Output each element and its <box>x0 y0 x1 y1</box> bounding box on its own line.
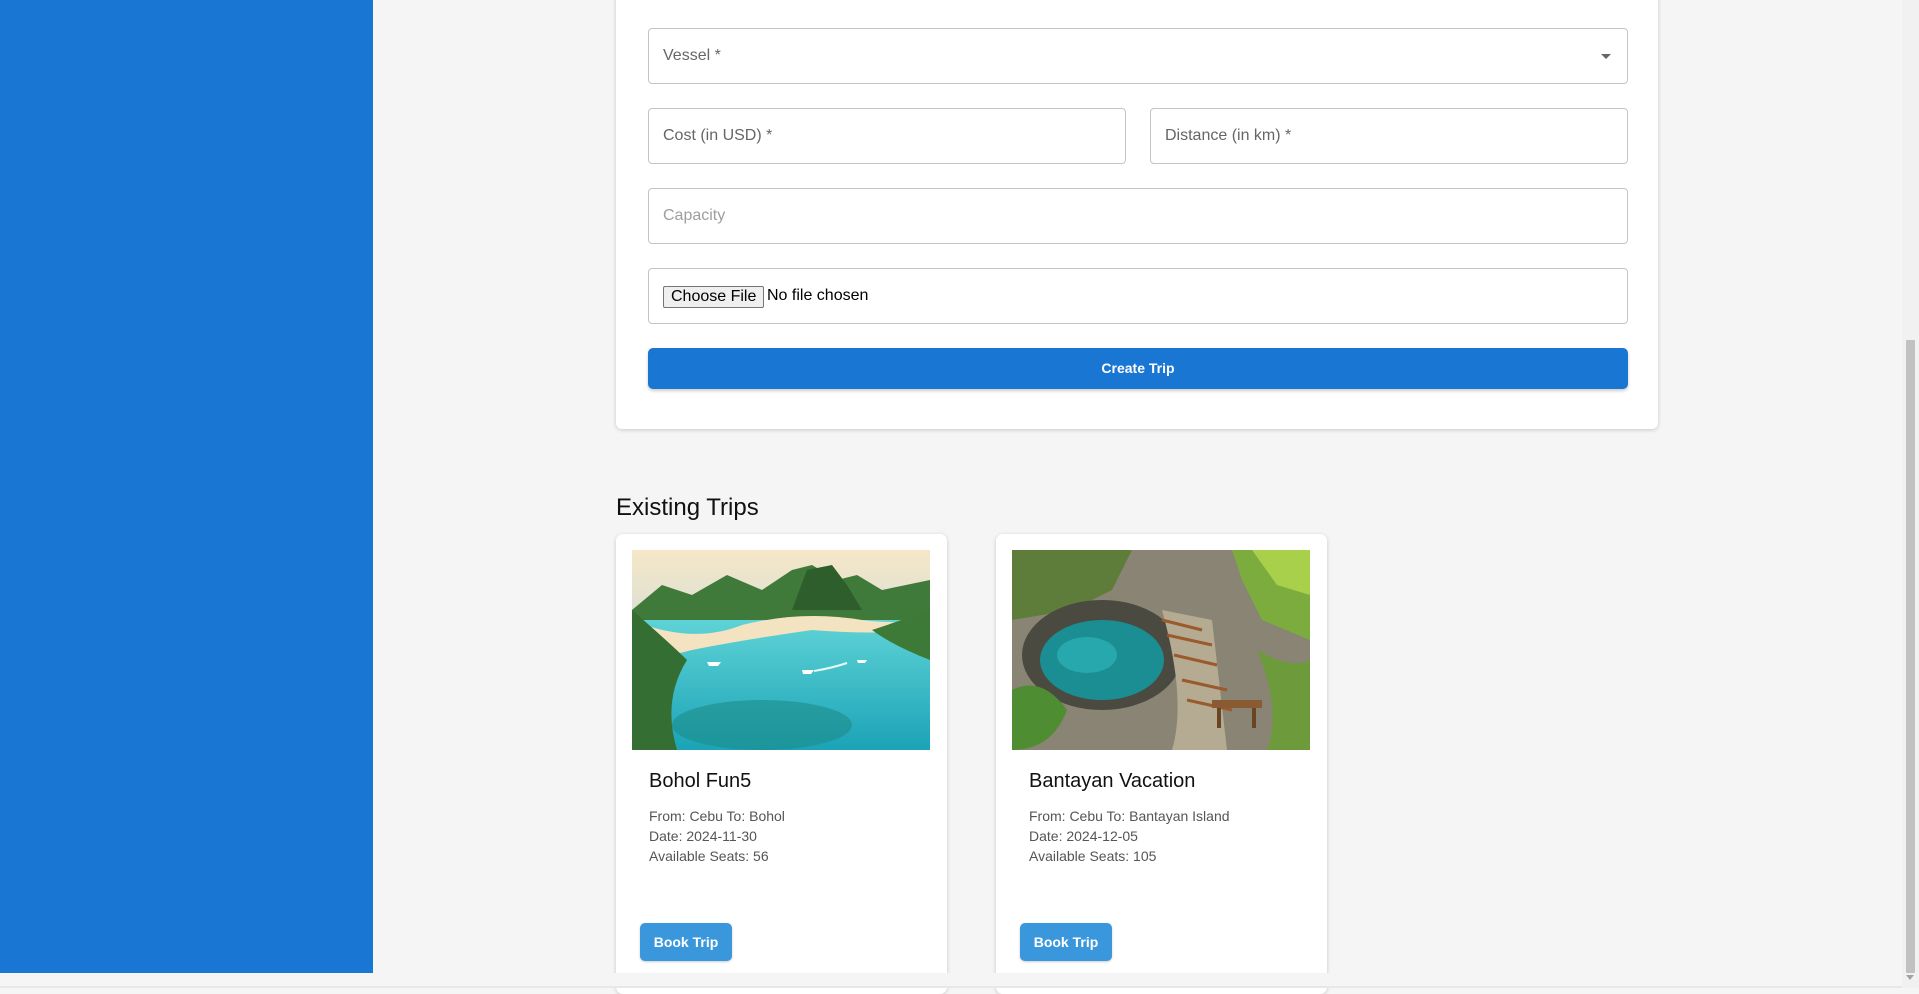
trip-seats: Available Seats: 56 <box>649 848 769 864</box>
trip-route: From: Cebu To: Bohol <box>649 808 785 824</box>
distance-input[interactable]: Distance (in km) * <box>1150 108 1628 164</box>
file-status-text: No file chosen <box>767 287 869 304</box>
book-trip-button[interactable]: Book Trip <box>1020 923 1112 961</box>
page-bottom-edge <box>0 973 1902 988</box>
trip-date: Date: 2024-11-30 <box>649 828 757 844</box>
trip-name: Bantayan Vacation <box>1029 770 1196 792</box>
vessel-select[interactable]: Vessel * <box>648 28 1628 84</box>
cost-input[interactable]: Cost (in USD) * <box>648 108 1126 164</box>
sidebar <box>0 0 373 973</box>
choose-file-button[interactable]: Choose File <box>663 286 765 308</box>
trip-date: Date: 2024-12-05 <box>1029 828 1138 844</box>
existing-trips-heading: Existing Trips <box>616 494 759 521</box>
caret-down-icon[interactable] <box>1601 54 1611 59</box>
vertical-scrollbar[interactable] <box>1902 0 1919 988</box>
trip-image <box>1012 550 1310 750</box>
capacity-input[interactable]: Capacity <box>648 188 1628 244</box>
trip-card: Bohol Fun5 From: Cebu To: Bohol Date: 20… <box>616 534 947 994</box>
trip-route: From: Cebu To: Bantayan Island <box>1029 808 1230 824</box>
trip-name: Bohol Fun5 <box>649 770 752 792</box>
book-trip-button[interactable]: Book Trip <box>640 923 732 961</box>
create-trip-button[interactable]: Create Trip <box>648 348 1628 389</box>
distance-label: Distance (in km) * <box>1165 127 1292 144</box>
image-file-field: Choose File No file chosen <box>648 268 1628 324</box>
trip-image <box>632 550 930 750</box>
cost-label: Cost (in USD) * <box>663 127 773 144</box>
vessel-label: Vessel * <box>663 47 721 64</box>
capacity-placeholder: Capacity <box>663 207 726 224</box>
trip-card: Bantayan Vacation From: Cebu To: Bantaya… <box>996 534 1327 994</box>
scrollbar-thumb[interactable] <box>1906 340 1915 973</box>
trip-seats: Available Seats: 105 <box>1029 848 1157 864</box>
scroll-down-arrow-icon[interactable] <box>1906 975 1914 980</box>
